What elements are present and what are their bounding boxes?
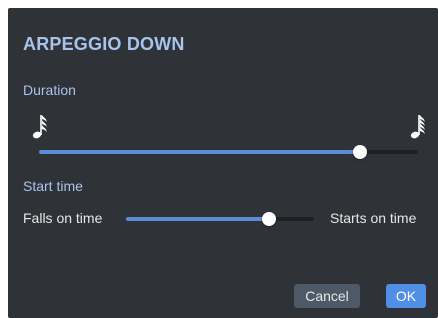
cancel-button[interactable]: Cancel <box>294 284 360 308</box>
starts-on-time-label: Starts on time <box>330 210 417 226</box>
duration-label: Duration <box>23 82 76 98</box>
falls-on-time-label: Falls on time <box>23 210 103 226</box>
arpeggio-dialog: ARPEGGIO DOWN Duration Start time Falls … <box>8 8 438 318</box>
sixteenth-note-icon <box>32 112 50 140</box>
duration-slider[interactable] <box>39 144 418 160</box>
thirty-second-note-icon <box>410 112 428 140</box>
start-time-slider[interactable] <box>126 211 314 227</box>
start-time-slider-fill <box>126 217 269 221</box>
ok-button[interactable]: OK <box>386 284 426 308</box>
start-time-label: Start time <box>23 178 83 194</box>
dialog-title: ARPEGGIO DOWN <box>23 34 185 54</box>
duration-slider-thumb[interactable] <box>353 145 367 159</box>
duration-slider-fill <box>39 150 360 154</box>
start-time-slider-thumb[interactable] <box>262 212 276 226</box>
